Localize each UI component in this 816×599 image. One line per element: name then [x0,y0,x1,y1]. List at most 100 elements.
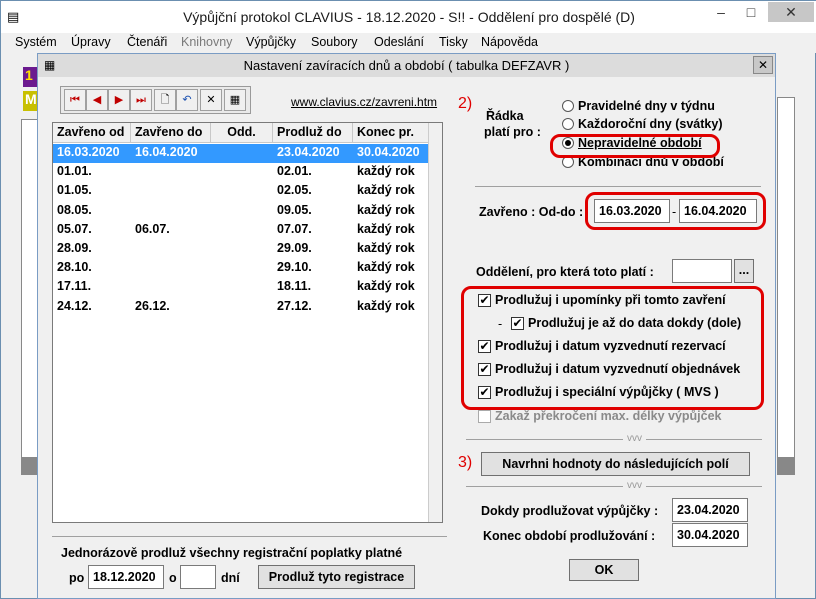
table-cell: 18.11. [277,279,312,294]
table-row[interactable]: 17.11. 18.11. každý rok [53,278,430,297]
menu-soubory[interactable]: Soubory [311,35,358,49]
table-row[interactable]: 01.05. 02.05. každý rok [53,182,430,201]
last-record-icon[interactable]: ⏭ [130,89,152,111]
column-header[interactable]: Konec pr. [353,123,430,143]
radio-button[interactable] [562,100,574,112]
table-cell: 08.05. [57,202,92,217]
prodluz-button[interactable]: Prodluž tyto registrace [258,565,415,589]
oddeleni-label: Oddělení, pro která toto platí : [476,265,654,279]
table-row[interactable]: 24.12. 26.12. 27.12. každý rok [53,298,430,317]
zavreno-label: Zavřeno : Od-do : [479,205,584,219]
radka-label: Řádka [486,109,524,123]
table-cell: 01.05. [57,183,92,198]
table-cell: 28.09. [57,241,92,255]
column-header[interactable]: Zavřeno do [131,123,211,143]
bg-cell: 1 [23,67,37,87]
table-cell: 26.12. [135,298,170,313]
checkbox[interactable] [478,410,491,423]
highlight-checks [461,286,764,410]
table-row[interactable]: 05.07. 06.07. 07.07. každý rok [53,221,430,240]
separator [475,186,761,187]
prev-record-icon[interactable]: ◀ [86,89,108,111]
table-cell: 06.07. [135,221,170,236]
browse-button[interactable]: ... [734,259,754,283]
checkbox-label[interactable]: Zakaž překročení max. délky výpůjček [495,409,722,423]
radio-button[interactable] [562,118,574,130]
new-record-icon[interactable]: 🗋 [154,89,176,111]
maximize-button[interactable]: □ [737,2,765,22]
title-bar: ▤ Výpůjční protokol CLAVIUS - 18.12.2020… [1,1,816,33]
table-cell: každý rok [357,279,415,294]
table-cell: 24.12. [57,298,92,313]
bottom-text: Jednorázově prodluž všechny registrační … [61,546,403,560]
highlight-radio [550,134,720,158]
menu-upravy[interactable]: Úpravy [71,35,111,49]
table-scrollbar[interactable] [428,123,442,522]
table-row[interactable]: 16.03.2020 16.04.2020 23.04.2020 30.04.2020 [53,144,430,163]
po-date-field[interactable]: 18.12.2020 [88,565,164,589]
oddeleni-field[interactable] [672,259,732,283]
next-record-icon[interactable]: ▶ [108,89,130,111]
closures-table[interactable]: Zavřeno od Zavřeno do Odd. Prodluž do Ko… [52,122,443,523]
close-button[interactable]: ✕ [768,2,814,22]
dni-label: dní [221,571,240,585]
table-row[interactable]: 28.09. 29.09. každý rok [53,240,430,259]
bg-cell: M [23,91,37,111]
dialog-close-button[interactable]: ✕ [753,56,773,74]
plati-pro-label: platí pro : [484,125,541,139]
navrhni-button[interactable]: Navrhni hodnoty do následujících polí [481,452,750,476]
o-label: o [169,571,177,585]
first-record-icon[interactable]: ⏮ [64,89,86,111]
table-cell: každý rok [357,298,415,313]
delete-icon[interactable]: ✕ [200,89,222,111]
table-cell: 05.07. [57,221,92,236]
table-cell: každý rok [357,183,415,198]
bg-panel [21,119,38,475]
table-cell: každý rok [357,260,415,275]
table-cell: každý rok [357,221,415,236]
help-link[interactable]: www.clavius.cz/zavreni.htm [291,95,437,109]
minimize-button[interactable]: – [707,2,735,22]
window-title: Výpůjční protokol CLAVIUS - 18.12.2020 -… [183,9,635,25]
table-cell: 30.04.2020 [357,145,420,159]
table-row[interactable]: 08.05. 09.05. každý rok [53,202,430,221]
dokdy-label: Dokdy prodlužovat výpůjčky : [481,504,659,518]
table-cell: 16.03.2020 [57,145,120,159]
menu-ctenari[interactable]: Čtenáři [127,35,167,49]
calendar-icon[interactable]: ▦ [224,89,246,111]
menu-odeslani[interactable]: Odeslání [374,35,424,49]
konec-field[interactable]: 30.04.2020 [672,523,748,547]
column-header[interactable]: Prodluž do [273,123,353,143]
separator-marker: vvv [623,480,646,491]
table-cell: 16.04.2020 [135,145,198,159]
table-cell: 09.05. [277,202,312,217]
separator [466,486,762,487]
separator [466,439,762,440]
menu-napoveda[interactable]: Nápověda [481,35,538,49]
bg-strip-right [777,457,795,475]
radio-label[interactable]: Pravidelné dny v týdnu [578,99,715,113]
table-cell: 29.10. [277,260,312,275]
table-row[interactable]: 28.10. 29.10. každý rok [53,259,430,278]
bg-panel-right [777,97,795,475]
menu-system[interactable]: Systém [15,35,57,49]
table-cell: 28.10. [57,260,92,275]
table-cell: 29.09. [277,241,312,255]
dokdy-field[interactable]: 23.04.2020 [672,498,748,522]
ok-button[interactable]: OK [569,559,639,581]
undo-icon[interactable]: ↶ [176,89,198,111]
table-row[interactable]: 01.01. 02.01. každý rok [53,163,430,182]
table-cell: 23.04.2020 [277,145,340,159]
menu-tisky[interactable]: Tisky [439,35,468,49]
table-cell: každý rok [357,241,415,255]
radio-label[interactable]: Každoroční dny (svátky) [578,117,722,131]
highlight-dates [585,192,766,230]
menu-knihovny[interactable]: Knihovny [181,35,232,49]
column-header[interactable]: Odd. [211,123,273,143]
column-header[interactable]: Zavřeno od [53,123,131,143]
table-cell: každý rok [357,202,415,217]
days-field[interactable] [180,565,216,589]
menu-vypujcky[interactable]: Výpůjčky [246,35,296,49]
po-label: po [69,571,85,585]
table-cell: 27.12. [277,298,312,313]
